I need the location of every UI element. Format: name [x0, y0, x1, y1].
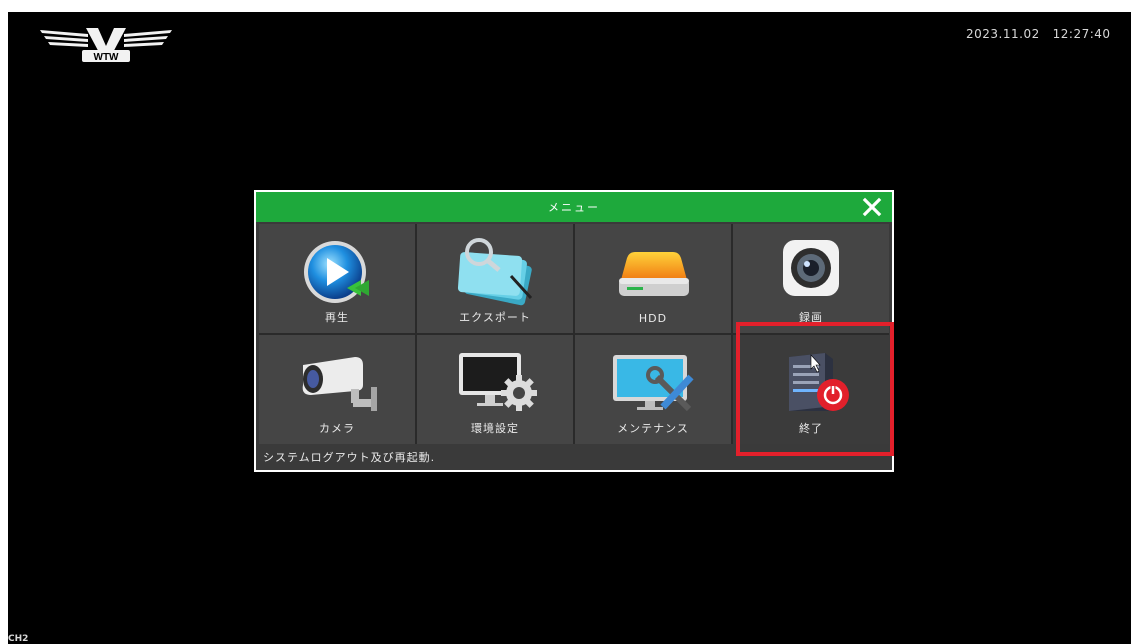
record-camera-icon [783, 240, 839, 296]
menu-item-label: 環境設定 [471, 422, 519, 435]
shutdown-server-icon [789, 353, 849, 411]
menu-item-export[interactable]: エクスポート [417, 224, 573, 333]
menu-item-label: カメラ [319, 422, 355, 435]
menu-grid: 再生 エクスポート HDD 録画 カメラ 環境設定 メンテナンス 終了 [259, 224, 889, 444]
menu-item-label: メンテナンス [617, 422, 689, 435]
logo-text: WTW [94, 52, 120, 63]
hdd-icon [619, 252, 689, 296]
menu-item-label: エクスポート [459, 311, 531, 324]
close-icon[interactable] [860, 195, 884, 219]
channel-label: CH2 [8, 634, 29, 644]
menu-item-shutdown[interactable]: 終了 [733, 335, 889, 444]
menu-item-camera[interactable]: カメラ [259, 335, 415, 444]
cctv-camera-icon [302, 357, 377, 411]
menu-item-label: 終了 [799, 422, 823, 435]
settings-monitor-icon [459, 353, 537, 411]
menu-item-settings[interactable]: 環境設定 [417, 335, 573, 444]
menu-titlebar: メニュー [256, 192, 892, 222]
menu-title: メニュー [548, 201, 600, 214]
maintenance-tools-icon [613, 355, 694, 412]
wtw-logo: WTW [40, 28, 172, 63]
menu-item-playback[interactable]: 再生 [259, 224, 415, 333]
menu-status-text: システムログアウト及び再起動. [263, 451, 436, 464]
menu-item-hdd[interactable]: HDD [575, 224, 731, 333]
menu-item-record[interactable]: 録画 [733, 224, 889, 333]
menu-item-label: 再生 [325, 311, 349, 324]
main-menu-dialog: メニュー 再生 エクスポート HDD 録画 カメラ 環境設定 メンテナンス 終了… [254, 190, 894, 472]
menu-item-label: HDD [638, 312, 668, 325]
export-folder-icon [457, 238, 533, 306]
menu-item-label: 録画 [799, 311, 823, 324]
playback-icon [304, 241, 369, 303]
datetime-display: 2023.11.02 12:27:40 [966, 27, 1111, 41]
menu-item-maintenance[interactable]: メンテナンス [575, 335, 731, 444]
